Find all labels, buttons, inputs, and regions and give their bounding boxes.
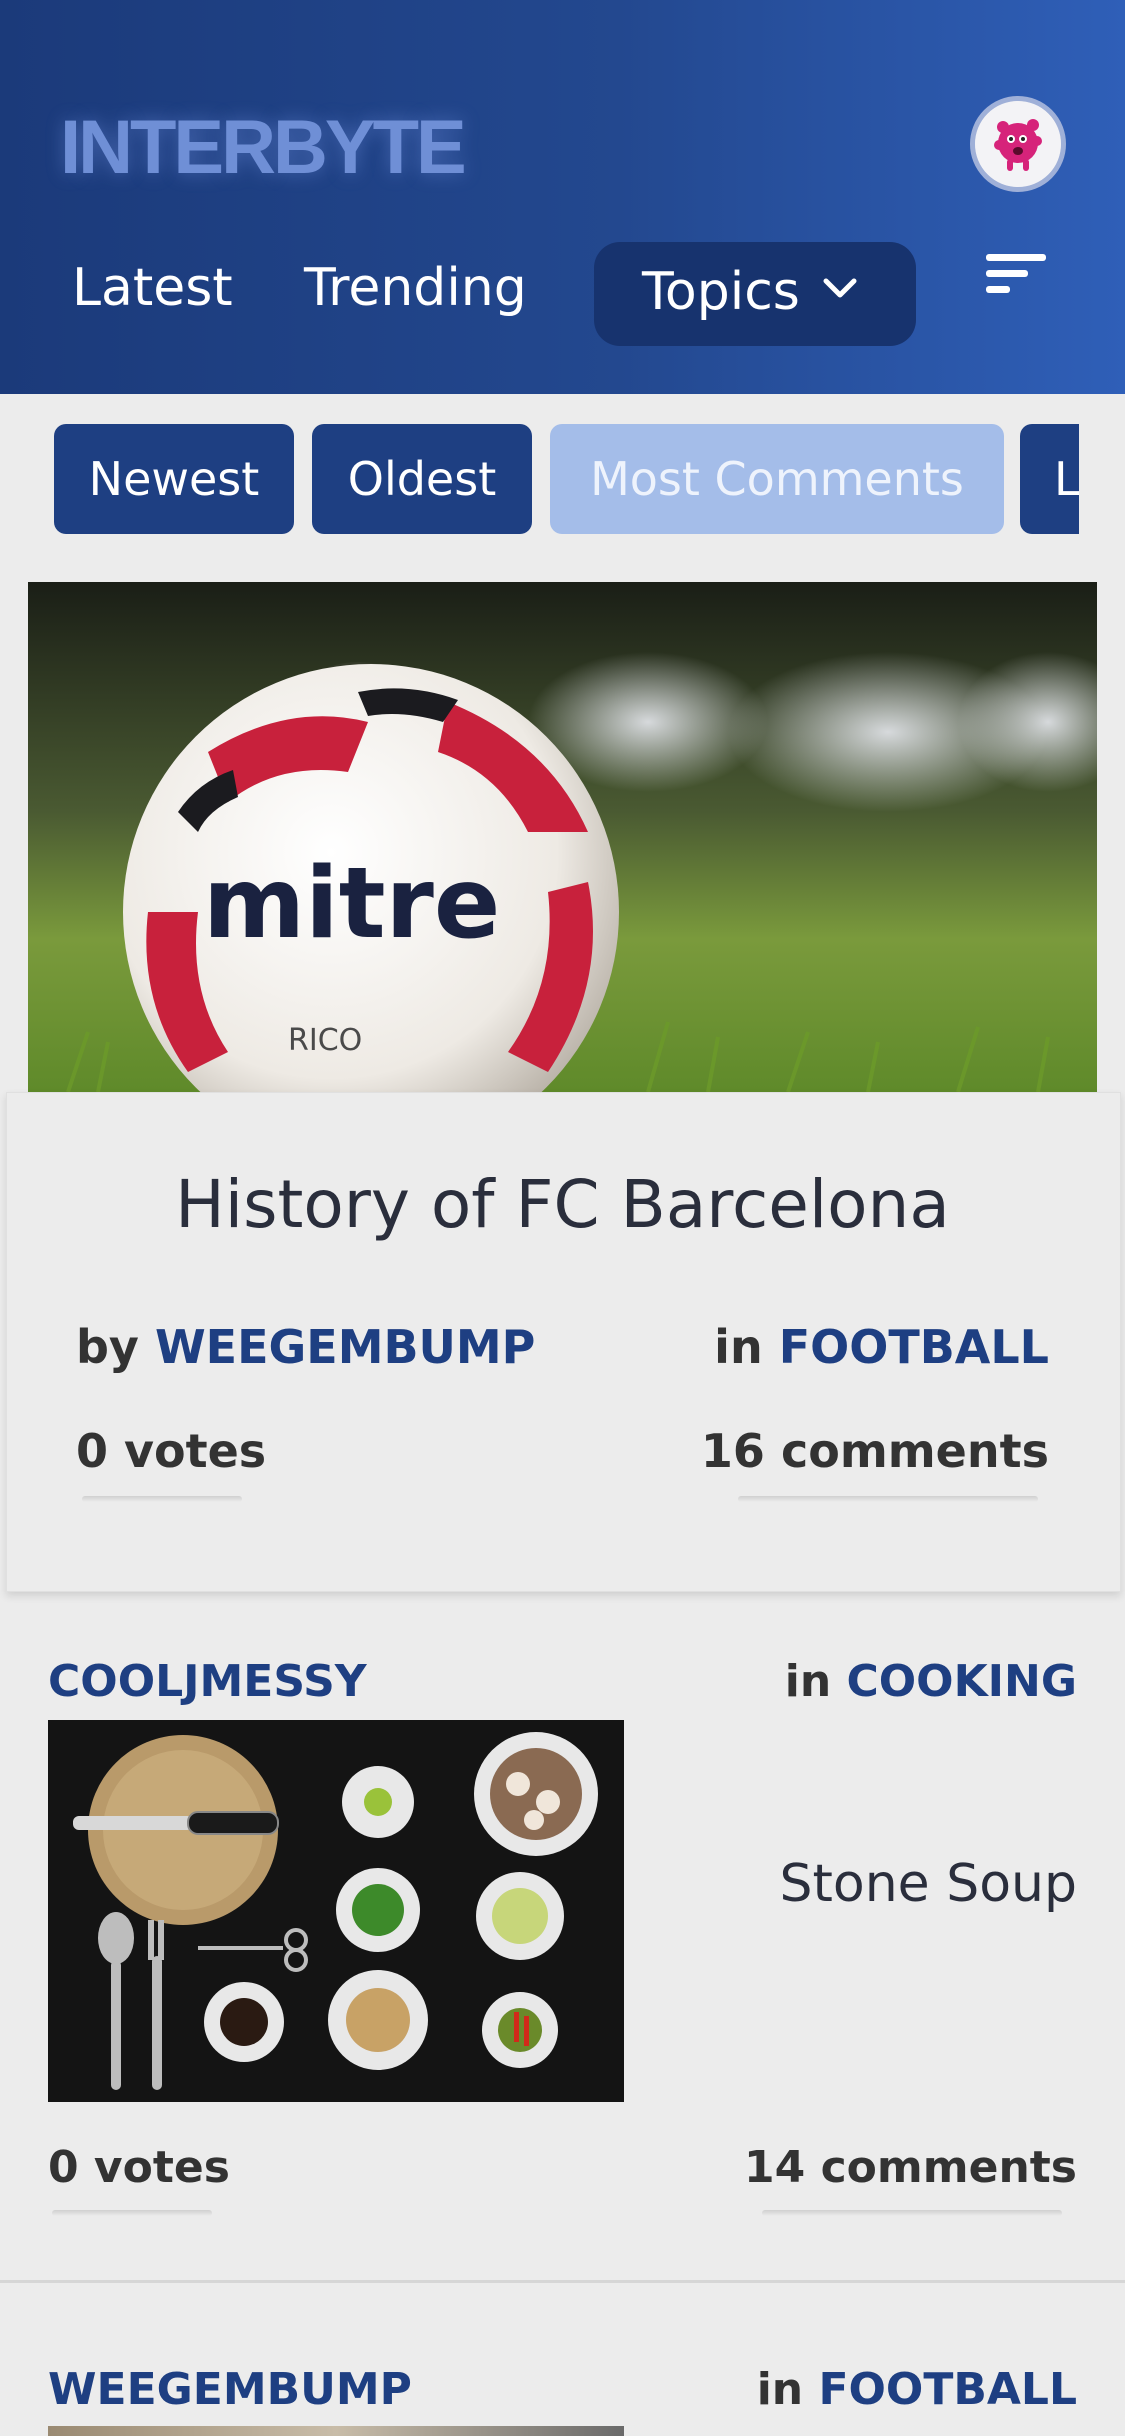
filter-chip-bar: Newest Oldest Most Comments L [0,424,1125,534]
featured-author[interactable]: WEEGEMBUMP [155,1320,535,1374]
soccer-ball-image: mitre RICO [28,582,1097,1092]
topics-label: Topics [642,262,800,322]
post-votes[interactable]: 0 votes [48,2142,230,2193]
post-author[interactable]: COOLJMESSY [48,1656,367,1707]
comments-underline [762,2210,1062,2216]
post-title[interactable]: Stone Soup [780,1854,1077,1914]
featured-image[interactable]: mitre RICO [28,582,1097,1092]
post-thumbnail[interactable] [48,2426,624,2436]
ball-brand-text: mitre [203,847,500,961]
featured-topic[interactable]: FOOTBALL [779,1320,1049,1374]
post-topic-line: in COOKING [785,1656,1077,1707]
in-label: in [756,2364,804,2415]
by-label: by [76,1320,139,1374]
chip-scroll-mask [1079,424,1125,534]
post-topic[interactable]: FOOTBALL [818,2364,1077,2415]
filter-oldest[interactable]: Oldest [312,424,532,534]
post-divider [0,2280,1125,2283]
sort-menu-icon[interactable] [984,252,1048,296]
votes-underline [52,2210,212,2216]
app-logo[interactable]: INTERBYTE [60,104,467,191]
post-comments[interactable]: 14 comments [744,2142,1077,2193]
post-author[interactable]: WEEGEMBUMP [48,2364,412,2415]
in-label: in [784,1656,832,1707]
in-label: in [714,1320,763,1374]
chevron-down-icon [823,278,857,298]
featured-post-title[interactable]: History of FC Barcelona [0,1166,1125,1243]
featured-author-line: by WEEGEMBUMP [76,1320,535,1374]
post-topic-line: in FOOTBALL [757,2364,1077,2415]
filter-most-comments[interactable]: Most Comments [550,424,1004,534]
cooking-ingredients-image [48,1720,624,2102]
topics-dropdown[interactable]: Topics [594,242,916,346]
votes-underline [82,1496,242,1502]
featured-comments[interactable]: 16 comments [701,1424,1049,1478]
ball-model-text: RICO [288,1023,362,1058]
user-avatar[interactable] [970,96,1066,192]
featured-topic-line: in FOOTBALL [714,1320,1049,1374]
pink-monster-icon [975,101,1061,187]
filter-newest[interactable]: Newest [54,424,294,534]
app-header: INTERBYTE Latest Trending Topics [0,0,1125,394]
featured-votes[interactable]: 0 votes [76,1424,266,1478]
post-thumbnail[interactable] [48,1720,624,2102]
nav-latest[interactable]: Latest [72,258,233,318]
post-topic[interactable]: COOKING [846,1656,1077,1707]
comments-underline [738,1496,1038,1502]
nav-trending[interactable]: Trending [304,258,527,318]
